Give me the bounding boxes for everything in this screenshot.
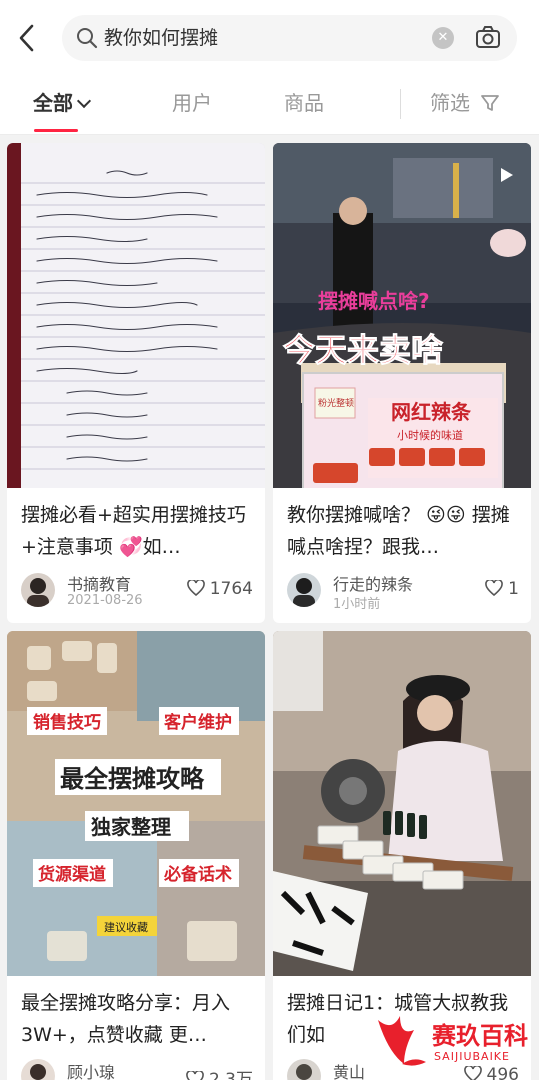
search-box[interactable]: 教你如何摆摊 ✕ (62, 15, 517, 61)
tag-source: 货源渠道 (38, 864, 106, 885)
post-date: 2021-08-26 (67, 593, 143, 608)
post-title: 摆摊必看+超实用摆摊技巧+注意事项 💞如… (21, 504, 246, 558)
watermark-logo-icon (378, 1016, 426, 1066)
post-title: 最全摆摊攻略分享：月入3W+，点赞收藏 更… (21, 992, 231, 1046)
avatar[interactable] (21, 573, 55, 607)
avatar[interactable] (287, 573, 321, 607)
heart-icon (186, 1071, 204, 1080)
search-icon (77, 28, 98, 49)
site-watermark: 赛玖百科 SAIJIUBAIKE (374, 1012, 534, 1072)
author-name[interactable]: 黄山 (333, 1059, 365, 1080)
tag-scripts: 必备话术 (163, 864, 232, 885)
post-card-1[interactable]: 摆摊必看+超实用摆摊技巧+注意事项 💞如… 书摘教育 2021-08-26 17… (7, 143, 265, 623)
tab-filter-label: 筛选 (430, 91, 470, 115)
post-card-3[interactable]: 销售技巧 客户维护 最全摆摊攻略 独家整理 货源渠道 必备话术 建议收藏 最全摆… (7, 631, 265, 1080)
like-count[interactable]: 1 (485, 579, 519, 599)
overlay-text-top: 摆摊喊点啥? (318, 289, 430, 313)
tab-filter[interactable]: 筛选 (430, 89, 500, 117)
clear-circle-icon[interactable]: ✕ (432, 27, 454, 49)
tag-sales: 销售技巧 (33, 712, 101, 733)
tab-all[interactable]: 全部 (33, 89, 92, 117)
back-arrow-icon[interactable] (14, 20, 40, 56)
heart-icon (186, 580, 205, 596)
filter-funnel-icon (481, 95, 500, 111)
post-image-street-stall: 摆摊喊点啥? 今天来卖啥 网红辣条 小时候的味道 粉光整顿 (273, 143, 531, 488)
sign-subtext: 小时候的味道 (397, 428, 463, 442)
avatar[interactable] (287, 1059, 321, 1080)
main-overlay-title: 最全摆摊攻略 (60, 765, 205, 793)
post-title: 教你摆摊喊啥？ 😜😜 摆摊喊点啥捏？跟我… (287, 504, 510, 558)
tag-customer: 客户维护 (163, 712, 232, 733)
post-card-2[interactable]: 摆摊喊点啥? 今天来卖啥 网红辣条 小时候的味道 粉光整顿 教你摆摊喊啥？ 😜😜… (273, 143, 531, 623)
tab-all-label: 全部 (33, 91, 73, 115)
small-tag: 建议收藏 (104, 920, 148, 934)
avatar[interactable] (21, 1059, 55, 1080)
sign-text: 网红辣条 (391, 400, 472, 424)
tab-users[interactable]: 用户 (172, 89, 212, 117)
post-time: 1小时前 (333, 597, 381, 612)
post-image-vendor (273, 631, 531, 976)
chevron-down-icon (76, 93, 92, 109)
overlay-text-bottom: 今天来卖啥 (283, 331, 443, 369)
like-count-value: 1 (508, 579, 519, 599)
author-name[interactable]: 书摘教育 (67, 571, 131, 595)
post-image-notebook (7, 143, 265, 488)
sub-overlay-title: 独家整理 (91, 815, 171, 839)
author-name[interactable]: 顾小瑔 (67, 1059, 115, 1080)
top-bar: 教你如何摆摊 ✕ (0, 0, 539, 75)
like-count-value: 2.3万 (208, 1070, 253, 1080)
sticker-text: 粉光整顿 (318, 397, 354, 409)
like-count-value: 1764 (209, 579, 253, 599)
watermark-name: 赛玖百科 (432, 1022, 528, 1050)
like-count[interactable]: 1764 (186, 579, 253, 599)
author-name[interactable]: 行走的辣条 (333, 571, 413, 595)
like-count[interactable]: 2.3万 (186, 1065, 253, 1080)
post-image-guide-collage: 销售技巧 客户维护 最全摆摊攻略 独家整理 货源渠道 必备话术 建议收藏 (7, 631, 265, 976)
active-tab-indicator (34, 129, 78, 132)
tab-divider (400, 89, 401, 119)
tab-products[interactable]: 商品 (284, 89, 324, 117)
heart-icon (485, 580, 503, 596)
camera-scan-icon[interactable] (474, 25, 502, 51)
search-query[interactable]: 教你如何摆摊 (104, 25, 218, 51)
filter-tabs: 全部 用户 商品 筛选 (0, 75, 539, 135)
watermark-sub: SAIJIUBAIKE (434, 1050, 510, 1063)
